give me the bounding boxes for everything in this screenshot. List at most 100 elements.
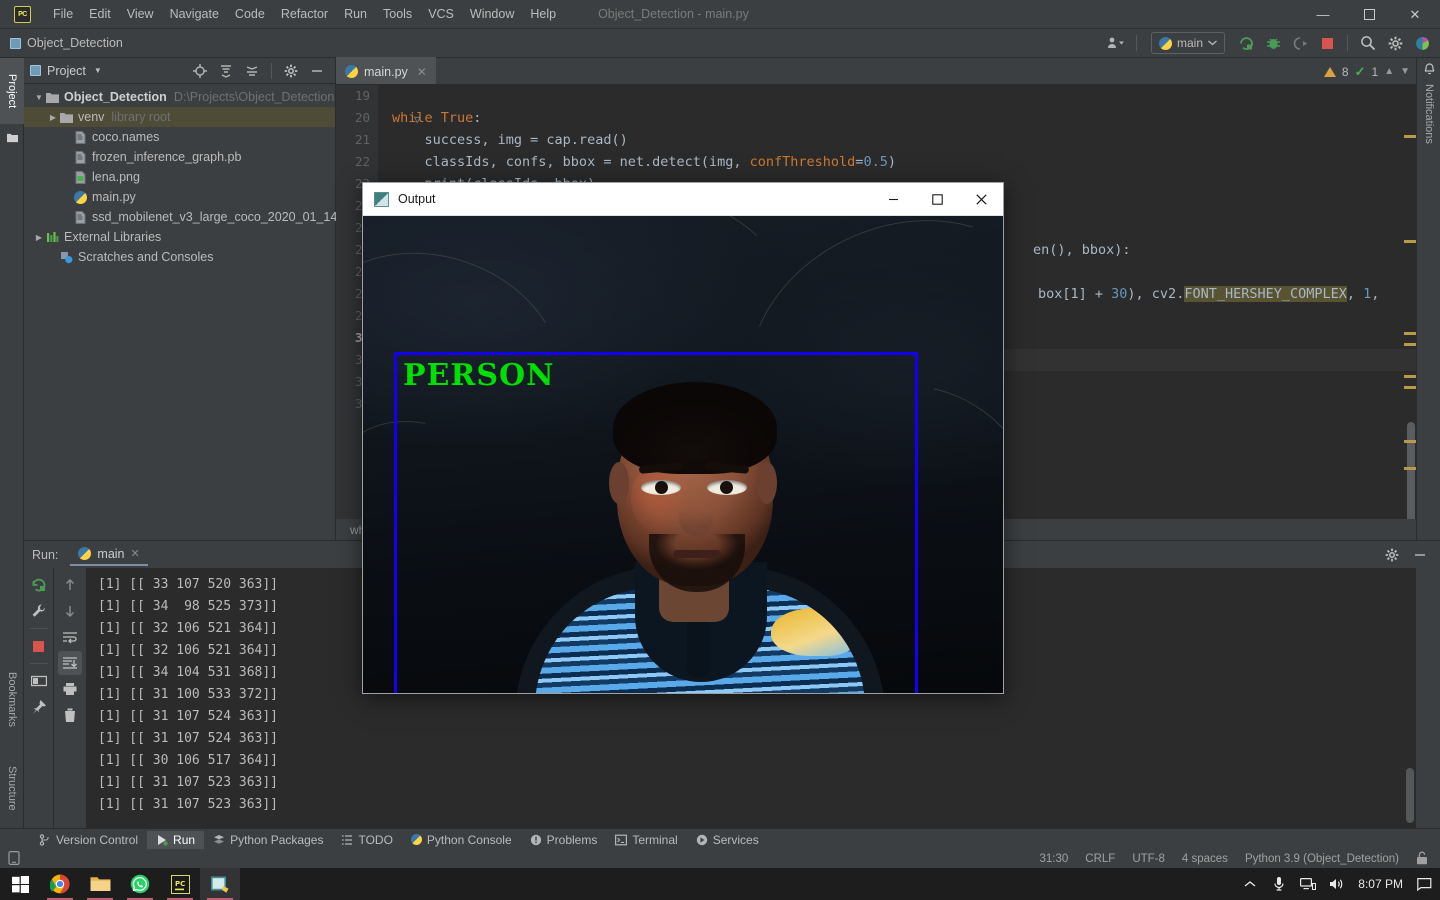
output-maximize-button[interactable]: [915, 183, 959, 216]
settings-wrench-icon[interactable]: [27, 599, 51, 623]
chevron-collapsed-icon[interactable]: ▶: [32, 233, 46, 242]
soft-wrap-icon[interactable]: [58, 625, 82, 649]
next-problem-icon[interactable]: ▼: [1400, 66, 1410, 77]
menu-code[interactable]: Code: [227, 3, 273, 25]
scroll-up-icon[interactable]: [58, 573, 82, 597]
print-icon[interactable]: [58, 677, 82, 701]
settings-gear-icon[interactable]: [1383, 32, 1407, 54]
status-indent[interactable]: 4 spaces: [1182, 853, 1228, 865]
tree-row-coco-names[interactable]: coco.names: [24, 127, 335, 147]
tree-row-frozen-graph[interactable]: frozen_inference_graph.pb: [24, 147, 335, 167]
tree-row-main-py[interactable]: main.py: [24, 187, 335, 207]
taskbar-file-explorer[interactable]: [80, 868, 120, 900]
taskbar-chrome[interactable]: [40, 868, 80, 900]
tool-window-todo[interactable]: TODO: [332, 831, 401, 849]
status-encoding[interactable]: UTF-8: [1132, 853, 1165, 865]
taskbar-output-window[interactable]: [200, 868, 240, 900]
output-window[interactable]: Output PERSON: [362, 182, 1004, 694]
status-caret-position[interactable]: 31:30: [1040, 853, 1069, 865]
menu-help[interactable]: Help: [522, 3, 564, 25]
select-opened-file-icon[interactable]: [188, 60, 212, 82]
hide-tool-window-icon[interactable]: [305, 60, 329, 82]
ide-widget-icon[interactable]: [8, 850, 20, 868]
stop-button[interactable]: [1315, 32, 1339, 54]
expand-all-icon[interactable]: [214, 60, 238, 82]
account-icon[interactable]: [1410, 32, 1434, 54]
stop-icon[interactable]: [27, 634, 51, 658]
output-minimize-button[interactable]: [871, 183, 915, 216]
tray-chevron-icon[interactable]: [1242, 876, 1258, 892]
inspection-widget[interactable]: 8 ✓ 1 ▲ ▼: [1323, 58, 1410, 85]
menu-refactor[interactable]: Refactor: [273, 3, 336, 25]
status-line-separator[interactable]: CRLF: [1085, 853, 1115, 865]
tool-window-python-console[interactable]: Python Console: [402, 831, 521, 849]
window-maximize-button[interactable]: [1346, 0, 1392, 29]
tab-main-py[interactable]: main.py ✕: [336, 57, 436, 84]
coverage-button[interactable]: [1288, 32, 1312, 54]
run-button[interactable]: [1234, 32, 1258, 54]
search-icon[interactable]: [1356, 32, 1380, 54]
menu-window[interactable]: Window: [462, 3, 522, 25]
output-close-button[interactable]: [959, 183, 1003, 216]
run-tab-main[interactable]: main ✕: [70, 544, 148, 566]
tool-window-problems[interactable]: Problems: [521, 831, 607, 849]
network-icon[interactable]: [1300, 876, 1317, 892]
sidebar-tab-project-folder-icon[interactable]: [0, 124, 24, 150]
chevron-collapsed-icon[interactable]: ▶: [46, 113, 60, 122]
menu-edit[interactable]: Edit: [81, 3, 119, 25]
tool-window-run[interactable]: Run: [147, 830, 205, 849]
collapse-all-icon[interactable]: [240, 60, 264, 82]
status-interpreter[interactable]: Python 3.9 (Object_Detection): [1245, 853, 1399, 865]
clock-time[interactable]: 8:07 PM: [1358, 877, 1403, 891]
start-button[interactable]: [0, 868, 40, 900]
breadcrumb[interactable]: Object_Detection: [10, 36, 123, 50]
chevron-expanded-icon[interactable]: ▼: [32, 93, 46, 102]
hide-run-window-icon[interactable]: [1408, 544, 1432, 566]
chevron-down-icon[interactable]: ▼: [94, 66, 102, 75]
menu-navigate[interactable]: Navigate: [162, 3, 227, 25]
close-tab-icon[interactable]: ✕: [417, 65, 427, 79]
tool-window-python-packages[interactable]: Python Packages: [204, 831, 332, 849]
tool-window-version-control[interactable]: Version Control: [30, 831, 147, 849]
tree-row-root[interactable]: ▼ Object_Detection D:\Projects\Object_De…: [24, 87, 335, 107]
output-window-titlebar[interactable]: Output: [363, 183, 1003, 216]
sidebar-tab-project[interactable]: Project: [0, 58, 24, 124]
tree-row-external-libraries[interactable]: ▶ External Libraries: [24, 227, 335, 247]
sidebar-tab-bookmarks[interactable]: Bookmarks: [0, 658, 24, 742]
tree-row-lena-png[interactable]: lena.png: [24, 167, 335, 187]
run-configuration-selector[interactable]: main: [1150, 32, 1225, 54]
notification-icon[interactable]: [1416, 876, 1432, 892]
previous-problem-icon[interactable]: ▲: [1384, 66, 1394, 77]
console-scrollbar-thumb[interactable]: [1406, 768, 1414, 823]
taskbar-pycharm[interactable]: PC: [160, 868, 200, 900]
tool-window-services[interactable]: Services: [687, 831, 768, 849]
sidebar-tab-structure[interactable]: Structure: [0, 748, 24, 828]
window-minimize-button[interactable]: —: [1300, 0, 1346, 29]
clear-all-icon[interactable]: [58, 703, 82, 727]
menu-vcs[interactable]: VCS: [420, 3, 462, 25]
taskbar-whatsapp[interactable]: [120, 868, 160, 900]
menu-run[interactable]: Run: [336, 3, 375, 25]
tree-row-pbtxt[interactable]: ssd_mobilenet_v3_large_coco_2020_01_14.p…: [24, 207, 368, 227]
menu-view[interactable]: View: [119, 3, 162, 25]
volume-icon[interactable]: [1329, 876, 1345, 892]
user-dropdown-icon[interactable]: [1104, 32, 1128, 54]
fold-marker[interactable]: ▽: [414, 109, 421, 131]
menu-file[interactable]: File: [45, 3, 81, 25]
notifications-strip[interactable]: Notifications: [1416, 58, 1440, 540]
run-settings-gear-icon[interactable]: [1380, 544, 1404, 566]
debug-button[interactable]: [1261, 32, 1285, 54]
scroll-to-end-icon[interactable]: [58, 651, 82, 675]
tree-row-scratches[interactable]: Scratches and Consoles: [24, 247, 335, 267]
unlocked-icon[interactable]: [1416, 851, 1428, 868]
tool-window-terminal[interactable]: Terminal: [606, 831, 686, 849]
menu-tools[interactable]: Tools: [375, 3, 420, 25]
mic-icon[interactable]: [1271, 876, 1287, 892]
layout-icon[interactable]: [27, 669, 51, 693]
pin-icon[interactable]: [27, 695, 51, 719]
window-close-button[interactable]: ✕: [1392, 0, 1438, 29]
close-run-tab-icon[interactable]: ✕: [131, 547, 140, 560]
tree-row-venv[interactable]: ▶ venv library root: [24, 107, 335, 127]
project-settings-gear-icon[interactable]: [279, 60, 303, 82]
scroll-down-icon[interactable]: [58, 599, 82, 623]
